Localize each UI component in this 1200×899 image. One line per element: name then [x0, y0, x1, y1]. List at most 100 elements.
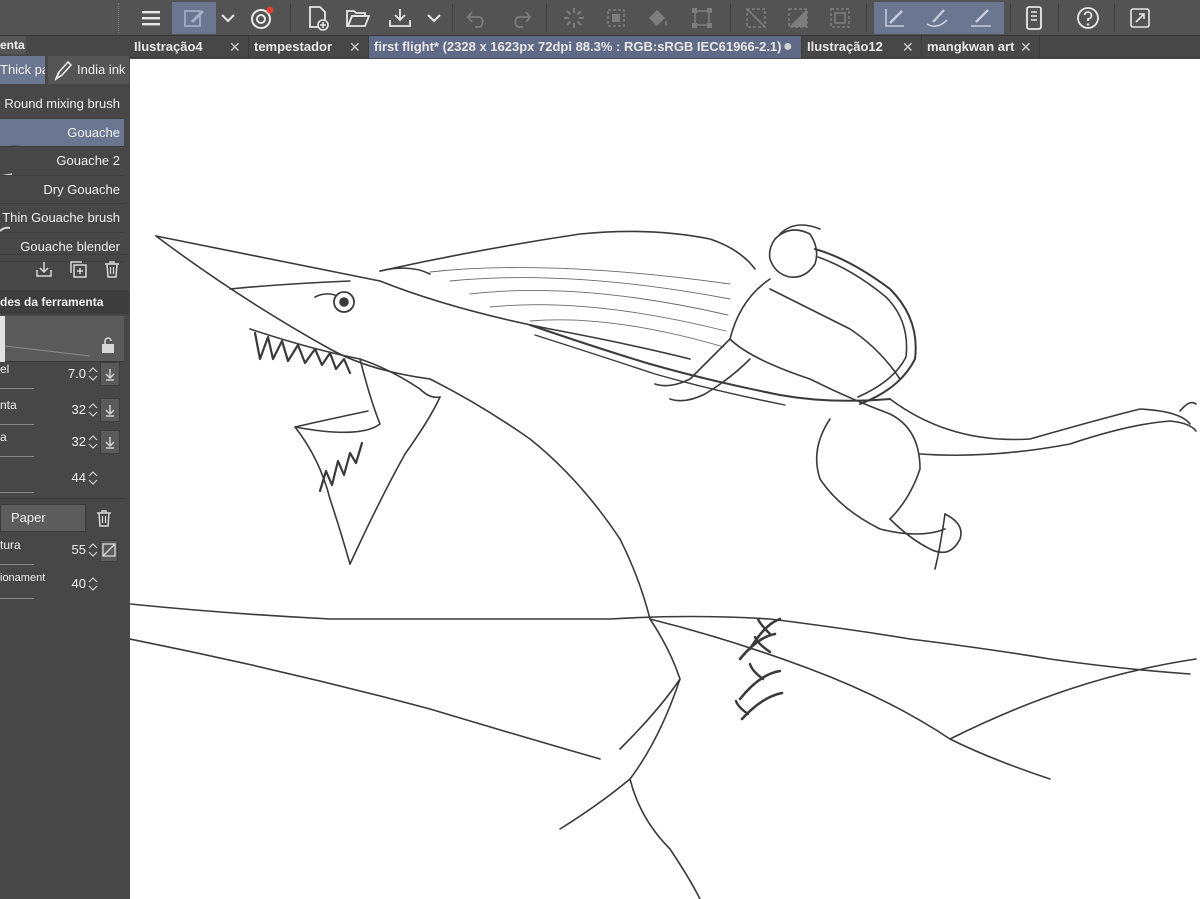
subtool-thick-paint[interactable]: Thick pa	[0, 56, 45, 84]
pressure-settings-button[interactable]	[100, 430, 120, 454]
tab-mangkwan-art[interactable]: mangkwan art ✕	[922, 36, 1040, 58]
property-value[interactable]: 55	[72, 542, 86, 557]
brush-stroke-preview-icon	[0, 131, 26, 147]
brush-pressure-icon[interactable]	[916, 2, 958, 34]
unsaved-dot-icon[interactable]: ●	[783, 36, 793, 58]
property-value[interactable]: 32	[72, 402, 86, 417]
subtool-india-ink[interactable]: India ink	[48, 56, 129, 84]
close-icon[interactable]: ✕	[902, 36, 914, 58]
close-icon[interactable]: ✕	[349, 36, 361, 58]
property-value[interactable]: 32	[72, 434, 86, 449]
lock-icon[interactable]	[100, 336, 116, 359]
invert-selection-icon[interactable]	[780, 2, 816, 34]
manta-wing	[130, 603, 911, 640]
property-value[interactable]: 44	[72, 470, 86, 485]
property-label: nta	[0, 398, 17, 412]
brush-label: Round mixing brush	[4, 96, 120, 111]
panel-tab-tool[interactable]: enta	[0, 36, 26, 54]
subtool-label: Thick pa	[0, 62, 45, 77]
tab-label: tempestador	[254, 39, 333, 54]
tool-properties-header: des da ferramenta	[0, 290, 129, 314]
tab-first-flight[interactable]: first flight* (2328 x 1623px 72dpi 88.3%…	[369, 36, 802, 58]
brush-item-dry-gouache[interactable]: Dry Gouache	[0, 176, 124, 205]
tab-label: mangkwan art	[927, 39, 1015, 54]
pressure-settings-button[interactable]	[100, 362, 120, 386]
close-icon[interactable]: ✕	[1020, 36, 1032, 58]
tab-ilustracao4[interactable]: Ilustração4 ✕	[129, 36, 249, 58]
pressure-settings-button[interactable]	[100, 398, 120, 422]
toolbar-grip[interactable]	[118, 3, 120, 33]
border-selection-icon[interactable]	[822, 2, 858, 34]
paper-texture-select[interactable]: Paper	[0, 504, 86, 532]
dropdown-arrow-icon[interactable]	[216, 2, 240, 34]
property-brush-size: el 7.0	[0, 362, 124, 396]
companion-app-icon[interactable]	[244, 2, 280, 34]
spinner-icon[interactable]	[88, 575, 98, 593]
transform-icon[interactable]	[684, 2, 720, 34]
brush-label: Thin Gouache brush	[2, 210, 120, 226]
import-icon[interactable]	[34, 259, 54, 284]
spinner-icon[interactable]	[88, 541, 98, 559]
property-label: ionament	[0, 572, 46, 584]
help-icon[interactable]	[1068, 2, 1108, 34]
deselect-icon[interactable]	[738, 2, 774, 34]
tab-label: first flight* (2328 x 1623px 72dpi 88.3%…	[374, 39, 782, 54]
tab-label: Ilustração4	[134, 39, 203, 54]
property-amount-paint: nta 32	[0, 398, 124, 432]
brush-list: Round mixing brush Gouache Gouache 2 Dry…	[0, 90, 124, 262]
open-folder-icon[interactable]	[340, 2, 376, 34]
brush-list-actions	[0, 254, 129, 282]
drawing-canvas[interactable]	[130, 59, 1200, 899]
undo-icon[interactable]	[460, 2, 496, 34]
trash-icon[interactable]	[102, 259, 122, 284]
brush-stroke-preview-icon	[0, 159, 26, 175]
property-value[interactable]: 40	[72, 576, 86, 591]
rider-braid	[814, 248, 917, 405]
property-label: a	[0, 430, 7, 444]
tool-settings-icon[interactable]	[172, 2, 216, 34]
shark-snout	[155, 235, 691, 360]
trash-icon[interactable]	[94, 508, 114, 533]
document-tabs: Ilustração4 ✕ tempestador ✕ first flight…	[129, 36, 1200, 58]
spinner-icon[interactable]	[88, 433, 98, 451]
fullscreen-icon[interactable]	[1120, 2, 1160, 34]
property-texture-density: tura 55	[0, 538, 124, 572]
rider-leg	[815, 418, 946, 535]
tab-ilustracao12[interactable]: Ilustração12 ✕	[802, 36, 922, 58]
rider-arm	[654, 338, 731, 387]
brush-label: Gouache 2	[56, 153, 120, 169]
property-density-paint: a 32	[0, 430, 124, 464]
brush-item-gouache-2[interactable]: Gouache 2	[0, 147, 124, 176]
india-ink-pen-icon	[53, 59, 73, 84]
fill-icon[interactable]	[640, 2, 676, 34]
brush-label: Dry Gouache	[43, 181, 120, 197]
device-icon[interactable]	[1016, 2, 1052, 34]
brush-label: Gouache	[67, 124, 120, 140]
pen-pressure-icon[interactable]	[874, 2, 916, 34]
tab-label: Ilustração12	[807, 39, 883, 54]
spinner-icon[interactable]	[88, 365, 98, 383]
rider-head	[768, 229, 818, 279]
close-icon[interactable]: ✕	[229, 36, 241, 58]
tab-tempestador[interactable]: tempestador ✕	[249, 36, 369, 58]
dropdown-arrow-icon[interactable]	[422, 2, 446, 34]
duplicate-icon[interactable]	[68, 259, 88, 284]
property-value[interactable]: 7.0	[68, 366, 86, 381]
brush-item-gouache[interactable]: Gouache	[0, 118, 124, 148]
texture-pressure-button[interactable]	[100, 540, 118, 562]
property-label: el	[0, 362, 10, 376]
spinner-icon[interactable]	[88, 469, 98, 487]
brush-item-thin-gouache[interactable]: Thin Gouache brush	[0, 204, 124, 233]
spinner-icon[interactable]	[88, 401, 98, 419]
property-label: tura	[0, 538, 21, 552]
select-all-icon[interactable]	[598, 2, 634, 34]
brush-stroke-preview-icon	[0, 214, 26, 232]
menu-icon[interactable]	[132, 2, 170, 34]
sketch-artwork	[130, 224, 1197, 899]
export-icon[interactable]	[382, 2, 418, 34]
subtool-label: India ink	[77, 62, 126, 77]
brush-item-round-mixing[interactable]: Round mixing brush	[0, 90, 124, 119]
new-file-icon[interactable]	[300, 2, 336, 34]
line-pressure-icon[interactable]	[958, 2, 1004, 34]
redo-icon[interactable]	[502, 2, 538, 34]
